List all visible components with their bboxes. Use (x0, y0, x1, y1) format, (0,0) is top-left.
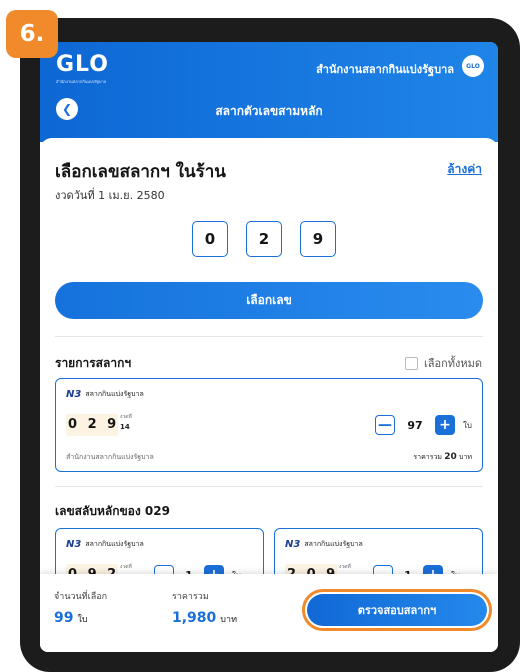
list-title: รายการสลากฯ (55, 356, 132, 370)
n3-logo-icon: N3 (285, 539, 301, 550)
clear-link[interactable]: ล้างค่า (447, 160, 482, 179)
logo-subtitle: สำนักงานสลากกินแบ่งรัฐบาล (56, 79, 107, 84)
n3-logo-icon: N3 (66, 389, 82, 400)
total-prefix: ราคารวม (413, 453, 442, 461)
price-label: ราคารวม (172, 592, 209, 602)
glo-logo: GLO สำนักงานสลากกินแบ่งรัฐบาล (56, 52, 116, 86)
ticket-brand-label: สลากกินแบ่งรัฐบาล (85, 540, 144, 548)
n3-logo-icon: N3 (66, 539, 82, 550)
app-header: GLO สำนักงานสลากกินแบ่งรัฐบาล สำนักงานสล… (40, 42, 498, 142)
ticket-card-selected: N3 สลากกินแบ่งรัฐบาล 0 2 9 งวดที่ 14 — 9… (55, 378, 483, 472)
ticket-number: 0 2 9 (68, 417, 120, 432)
price-total-unit: บาท (220, 615, 237, 625)
quantity-total-value: 99 (54, 610, 74, 626)
page: 6. GLO สำนักงานสลากกินแบ่งรัฐบาล สำนักงา… (0, 0, 520, 672)
logo-text: GLO (56, 52, 109, 77)
quantity-total-unit: ใบ (77, 615, 88, 625)
page-title: สลากตัวเลขสามหลัก (215, 104, 323, 118)
quantity-unit: ใบ (463, 420, 472, 430)
ticket-brand-label: สลากกินแบ่งรัฐบาล (304, 540, 363, 548)
digit-input-3[interactable]: 9 (300, 221, 336, 257)
price-total-value: 1,980 (172, 610, 217, 626)
draw-label: งวดที่ (339, 564, 351, 570)
digit-inputs: 0 2 9 (192, 221, 336, 257)
divider (55, 486, 483, 487)
checkout-bar: จำนวนที่เลือก 99 ใบ ราคารวม 1,980 บาท ตรวจ… (40, 574, 498, 652)
org-title: สำนักงานสลากกินแบ่งรัฐบาล (316, 63, 454, 76)
digit-input-2[interactable]: 2 (246, 221, 282, 257)
quantity-label: จำนวนที่เลือก (54, 592, 108, 602)
select-number-button[interactable]: เลือกเลข (55, 282, 483, 319)
ticket-brand: N3 สลากกินแบ่งรัฐบาล (66, 389, 144, 400)
decrease-button[interactable]: — (375, 415, 396, 435)
quantity-total: 99 ใบ (54, 610, 88, 626)
step-badge: 6. (6, 10, 58, 58)
quantity-stepper: — 97 + ใบ (375, 415, 472, 435)
divider (55, 336, 483, 337)
draw-label: งวดที่ (120, 414, 132, 420)
select-all[interactable]: เลือกทั้งหมด (404, 354, 482, 372)
org-badge-icon[interactable]: GLO (462, 55, 484, 77)
quantity-value[interactable]: 97 (395, 419, 435, 432)
check-lottery-button[interactable]: ตรวจสอบสลากฯ (307, 594, 487, 626)
total-value: 20 (444, 452, 457, 462)
digit-input-1[interactable]: 0 (192, 221, 228, 257)
select-all-checkbox[interactable] (404, 356, 418, 370)
select-all-label: เลือกทั้งหมด (423, 357, 482, 370)
increase-button[interactable]: + (435, 415, 456, 435)
app-screen: GLO สำนักงานสลากกินแบ่งรัฐบาล สำนักงานสล… (40, 42, 498, 652)
draw-date: งวดวันที่ 1 เม.ย. 2580 (55, 189, 165, 202)
draw-label: งวดที่ (120, 564, 132, 570)
selector-title: เลือกเลขสลากฯ ในร้าน (55, 162, 226, 182)
ticket-org: สำนักงานสลากกินแบ่งรัฐบาล (66, 453, 154, 461)
price-total: 1,980 บาท (172, 610, 237, 626)
draw-number: 14 (120, 423, 130, 431)
ticket-brand: N3 สลากกินแบ่งรัฐบาล (285, 539, 363, 550)
permutations-title: เลขสลับหลักของ 029 (55, 504, 170, 518)
total-suffix: บาท (459, 453, 472, 461)
ticket-brand: N3 สลากกินแบ่งรัฐบาล (66, 539, 144, 550)
ticket-brand-label: สลากกินแบ่งรัฐบาล (85, 390, 144, 398)
ticket-total: ราคารวม 20 บาท (413, 452, 472, 463)
